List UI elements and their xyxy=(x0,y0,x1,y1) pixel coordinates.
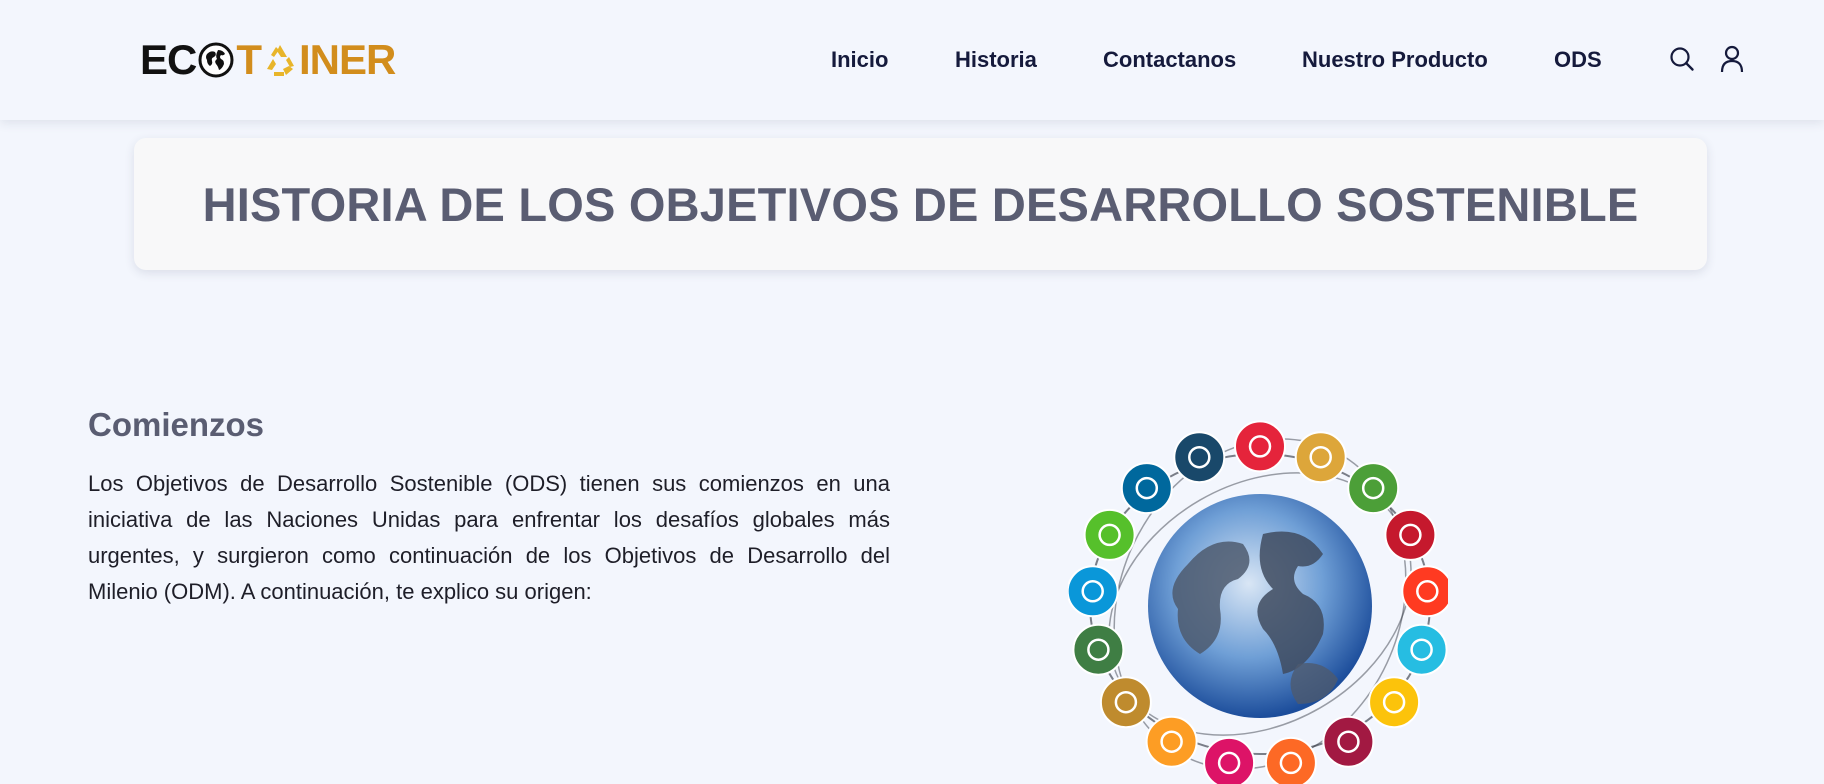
site-header: EC T INER Inicio Historia Contactanos Nu… xyxy=(0,0,1824,120)
sdg-goal-icon xyxy=(1072,623,1125,676)
logo-text-iner: INER xyxy=(299,36,396,83)
nav-link-contactanos[interactable]: Contactanos xyxy=(1103,46,1236,74)
recycle-icon xyxy=(267,45,295,76)
nav-link-ods[interactable]: ODS xyxy=(1554,46,1602,74)
search-icon xyxy=(1670,47,1694,71)
section-heading: Comienzos xyxy=(88,406,265,443)
sdg-goal-icon xyxy=(1322,715,1375,768)
logo-text-ec: EC xyxy=(140,36,197,83)
sdg-goal-icon xyxy=(1066,565,1119,618)
page-title: HISTORIA DE LOS OBJETIVOS DE DESARROLLO … xyxy=(202,177,1639,231)
sdg-goal-icon xyxy=(1384,508,1437,561)
logo-text-t: T xyxy=(236,36,262,83)
sdg-goal-icon xyxy=(1294,431,1347,484)
sdg-goal-icon xyxy=(1120,462,1173,515)
sdg-globe-image xyxy=(1066,414,1454,784)
sdg-globe-graphic xyxy=(1066,420,1454,784)
sdg-goal-icon xyxy=(1145,715,1198,768)
globe-icon xyxy=(198,42,234,78)
section-paragraph: Los Objetivos de Desarrollo Sostenible (… xyxy=(88,471,890,604)
nav-link-inicio[interactable]: Inicio xyxy=(831,46,888,74)
ecotainer-logo[interactable]: EC T INER xyxy=(140,36,396,83)
user-icon xyxy=(1720,45,1744,73)
search-button[interactable] xyxy=(1667,44,1697,74)
sdg-goal-icon xyxy=(1347,462,1400,515)
sdg-goal-icon xyxy=(1203,736,1256,784)
sdg-goal-icon xyxy=(1401,565,1454,618)
page-title-card: HISTORIA DE LOS OBJETIVOS DE DESARROLLO … xyxy=(134,138,1707,270)
sdg-goal-icon xyxy=(1173,431,1226,484)
sdg-goal-icon xyxy=(1083,508,1136,561)
nav-link-nuestro-producto[interactable]: Nuestro Producto xyxy=(1302,46,1488,74)
sdg-goal-icon xyxy=(1395,623,1448,676)
user-account-button[interactable] xyxy=(1717,44,1747,74)
sdg-goal-icon xyxy=(1099,676,1152,729)
nav-link-historia[interactable]: Historia xyxy=(955,46,1037,74)
sdg-goal-icon xyxy=(1264,736,1317,784)
sdg-goal-icon xyxy=(1368,676,1421,729)
sdg-goal-icon xyxy=(1234,420,1286,473)
